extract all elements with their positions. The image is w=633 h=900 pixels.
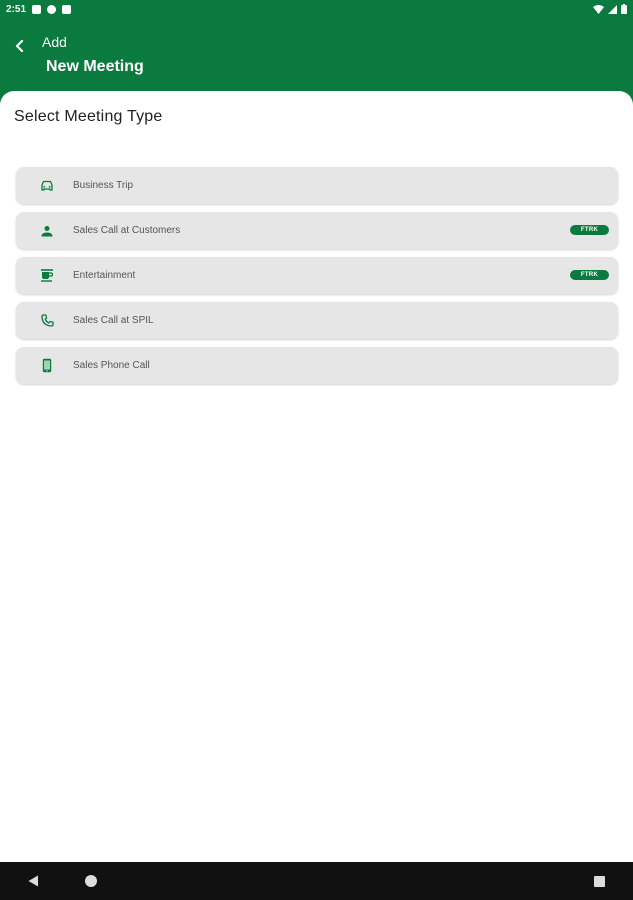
meeting-type-label: Sales Call at SPIL	[73, 315, 154, 326]
nav-home-icon[interactable]	[85, 875, 97, 887]
app-bar-supertitle: Add	[42, 34, 67, 50]
signal-icon	[608, 4, 617, 14]
person-icon	[39, 223, 55, 239]
meeting-type-sales-call-spil[interactable]: Sales Call at SPIL	[16, 302, 618, 339]
nav-recents-icon[interactable]	[594, 876, 605, 887]
car-icon	[39, 178, 55, 194]
section-title: Select Meeting Type	[14, 108, 163, 125]
back-button[interactable]	[10, 36, 30, 56]
cup-icon	[39, 268, 55, 284]
wifi-icon	[593, 4, 604, 14]
battery-icon	[621, 4, 627, 14]
nav-back-icon[interactable]	[28, 875, 39, 887]
meeting-type-sales-phone-call[interactable]: Sales Phone Call	[16, 347, 618, 384]
status-bar: 2:51	[0, 0, 633, 18]
status-right	[593, 4, 627, 14]
ftrk-badge: FTRK	[570, 225, 609, 235]
clipboard-icon	[62, 4, 72, 14]
phone-icon	[39, 313, 55, 329]
mobile-icon	[39, 358, 55, 374]
status-time: 2:51	[6, 3, 27, 15]
ftrk-badge: FTRK	[570, 270, 609, 280]
notification-icon	[32, 4, 42, 14]
meeting-type-label: Entertainment	[73, 270, 136, 281]
meeting-type-sales-call-customers[interactable]: Sales Call at Customers FTRK	[16, 212, 618, 249]
content-sheet: Select Meeting Type Business Trip Sales …	[0, 91, 633, 862]
meeting-type-list: Business Trip Sales Call at Customers FT…	[16, 167, 618, 392]
meeting-type-label: Sales Phone Call	[73, 360, 150, 371]
page-title: New Meeting	[46, 58, 144, 75]
chevron-left-icon	[15, 40, 24, 52]
meeting-type-label: Sales Call at Customers	[73, 225, 181, 236]
status-left: 2:51	[6, 3, 72, 15]
app-bar: Add New Meeting	[0, 18, 633, 94]
meeting-type-entertainment[interactable]: Entertainment FTRK	[16, 257, 618, 294]
meeting-type-label: Business Trip	[73, 180, 134, 191]
meeting-type-business-trip[interactable]: Business Trip	[16, 167, 618, 204]
system-nav-bar	[0, 862, 633, 900]
profile-icon	[47, 4, 57, 14]
